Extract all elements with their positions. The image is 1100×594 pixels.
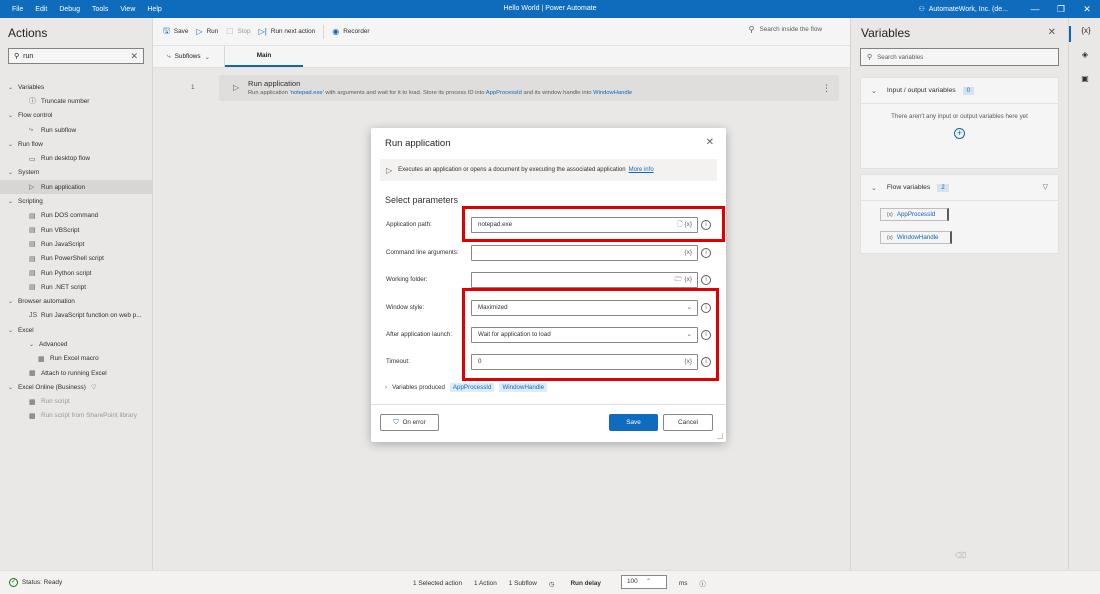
run-delay-input[interactable]: 100 ⌃ <box>620 575 667 589</box>
status-bar: ✓ Status: Ready 1 Selected action 1 Acti… <box>0 570 1100 594</box>
info-icon[interactable]: i <box>701 220 711 230</box>
after-launch-row: After application launch: Wait for appli… <box>385 327 717 343</box>
after-launch-select[interactable]: Wait for application to load ⌄ <box>471 327 698 343</box>
menu-edit[interactable]: Edit <box>35 6 47 13</box>
title-bar: File Edit Debug Tools View Help Hello Wo… <box>0 0 1100 18</box>
status-summary: 1 Selected action 1 Action 1 Subflow ◷ R… <box>413 575 718 589</box>
info-icon[interactable]: i <box>701 248 711 258</box>
dialog-cancel-button[interactable]: Cancel <box>663 414 713 431</box>
produced-var-appprocessid[interactable]: AppProcessId <box>449 383 495 392</box>
info-icon[interactable]: i <box>701 303 711 313</box>
command-line-row: Command line arguments: {x} i <box>385 245 717 261</box>
action-count: 1 Action <box>474 580 497 587</box>
check-icon: ✓ <box>9 578 18 587</box>
working-folder-input[interactable]: 🗁 {x} <box>471 272 698 288</box>
run-delay: ◷ Run delay <box>548 580 601 588</box>
account-button[interactable]: ⚇ AutomateWork, Inc. (de... <box>918 5 1008 14</box>
working-folder-row: Working folder: 🗁 {x} i <box>385 272 717 288</box>
timeout-input[interactable]: 0 {x} <box>471 354 698 370</box>
account-name: AutomateWork, Inc. (de... <box>928 5 1008 13</box>
variable-picker-icon[interactable]: {x} <box>684 246 692 260</box>
dialog-description: ▷ Executes an application or opens a doc… <box>380 159 717 181</box>
info-icon[interactable]: i <box>701 330 711 340</box>
file-picker-icon[interactable]: 🗋 {x} <box>677 218 692 232</box>
account-icon: ⚇ <box>918 6 925 13</box>
subflow-count: 1 Subflow <box>508 580 537 587</box>
run-application-dialog: Run application ✕ ▷ Executes an applicat… <box>371 128 726 442</box>
window-style-label: Window style: <box>386 304 425 311</box>
timeout-label: Timeout: <box>386 358 410 365</box>
menu-tools[interactable]: Tools <box>92 6 108 13</box>
on-error-button[interactable]: ⛉ On error <box>380 414 439 431</box>
dialog-save-button[interactable]: Save <box>609 414 658 431</box>
chevron-down-icon: ⌄ <box>686 304 692 311</box>
restore-button[interactable]: ❐ <box>1048 4 1074 15</box>
dialog-title: Run application <box>385 138 451 149</box>
window-style-row: Window style: Maximized ⌄ i <box>385 300 717 316</box>
info-icon[interactable]: i <box>701 275 711 285</box>
info-icon[interactable]: ⓘ <box>700 579 706 588</box>
spinner-icon[interactable]: ⌃ <box>646 576 651 588</box>
parameters-heading: Select parameters <box>385 195 459 205</box>
close-window-button[interactable]: ✕ <box>1074 4 1100 15</box>
chevron-right-icon: › <box>385 384 388 391</box>
folder-picker-icon[interactable]: 🗁 {x} <box>675 273 692 287</box>
command-line-input[interactable]: {x} <box>471 245 698 261</box>
variables-produced[interactable]: › Variables produced AppProcessId Window… <box>385 383 548 392</box>
produced-var-windowhandle[interactable]: WindowHandle <box>499 383 548 392</box>
command-line-label: Command line arguments: <box>386 249 459 256</box>
play-icon: ▷ <box>386 165 393 175</box>
menu-debug[interactable]: Debug <box>59 6 80 13</box>
status-indicator: ✓ Status: Ready <box>9 578 63 587</box>
menu-file[interactable]: File <box>12 6 23 13</box>
menu-bar: File Edit Debug Tools View Help <box>0 6 174 13</box>
info-icon[interactable]: i <box>701 357 711 367</box>
working-folder-label: Working folder: <box>386 276 428 283</box>
application-path-row: Application path: notepad.exe 🗋 {x} i <box>385 217 717 233</box>
more-info-link[interactable]: More info <box>629 167 654 173</box>
run-delay-unit: ms <box>678 580 688 587</box>
shield-icon: ⛉ <box>393 418 399 426</box>
menu-view[interactable]: View <box>120 6 135 13</box>
after-launch-label: After application launch: <box>386 331 453 338</box>
close-dialog-icon[interactable]: ✕ <box>706 137 714 148</box>
application-path-input[interactable]: notepad.exe 🗋 {x} <box>471 217 698 233</box>
window-style-select[interactable]: Maximized ⌄ <box>471 300 698 316</box>
selected-count: 1 Selected action <box>413 580 463 587</box>
menu-help[interactable]: Help <box>147 6 161 13</box>
timeout-row: Timeout: 0 {x} i <box>385 354 717 370</box>
clock-icon: ◷ <box>548 580 555 588</box>
variable-picker-icon[interactable]: {x} <box>684 355 692 369</box>
minimize-button[interactable]: — <box>1022 4 1048 14</box>
resize-grip[interactable] <box>717 433 723 439</box>
application-path-label: Application path: <box>386 221 432 228</box>
dialog-footer-divider <box>371 404 726 405</box>
chevron-down-icon: ⌄ <box>686 331 692 338</box>
